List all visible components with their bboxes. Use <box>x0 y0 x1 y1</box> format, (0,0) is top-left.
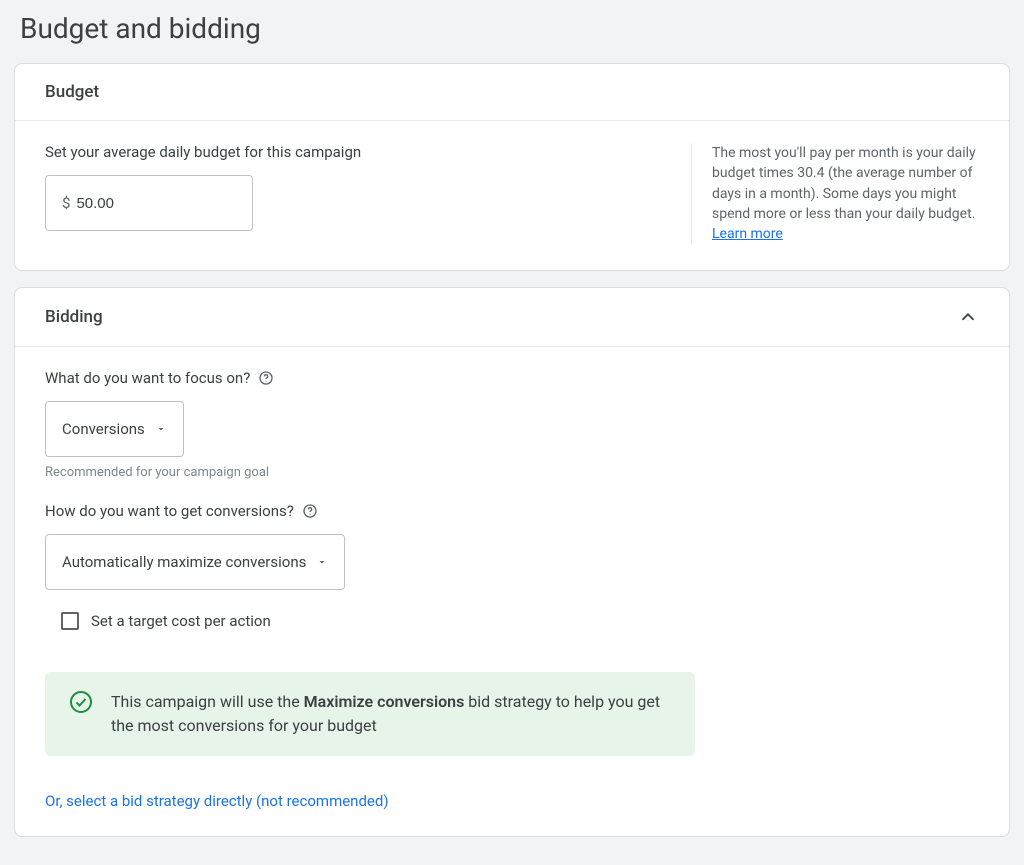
focus-label: What do you want to focus on? <box>45 369 949 387</box>
budget-card-title: Budget <box>45 82 99 102</box>
currency-symbol: $ <box>62 194 70 212</box>
budget-card-header: Budget <box>15 64 1009 121</box>
how-select-value: Automatically maximize conversions <box>62 553 306 571</box>
banner-bold: Maximize conversions <box>304 692 465 711</box>
budget-input[interactable] <box>76 195 236 212</box>
caret-down-icon <box>316 556 328 568</box>
budget-input-wrapper[interactable]: $ <box>45 175 253 231</box>
bidding-card-header[interactable]: Bidding <box>15 288 1009 347</box>
focus-label-text: What do you want to focus on? <box>45 369 250 387</box>
how-select[interactable]: Automatically maximize conversions <box>45 534 345 590</box>
alt-bid-strategy-link[interactable]: Or, select a bid strategy directly (not … <box>45 792 949 810</box>
page-title: Budget and bidding <box>20 12 1010 45</box>
bidding-card-title: Bidding <box>45 307 103 327</box>
bidding-card: Bidding What do you want to focus on? Co… <box>14 287 1010 837</box>
caret-down-icon <box>155 423 167 435</box>
budget-card: Budget Set your average daily budget for… <box>14 63 1010 271</box>
strategy-info-banner: This campaign will use the Maximize conv… <box>45 672 695 756</box>
target-cpa-checkbox-row[interactable]: Set a target cost per action <box>61 612 949 630</box>
target-cpa-label: Set a target cost per action <box>91 612 271 630</box>
learn-more-link[interactable]: Learn more <box>712 226 783 242</box>
check-circle-icon <box>69 690 93 718</box>
target-cpa-checkbox[interactable] <box>61 612 79 630</box>
banner-prefix: This campaign will use the <box>111 692 304 711</box>
budget-help-text: The most you'll pay per month is your da… <box>691 143 979 244</box>
focus-helper-text: Recommended for your campaign goal <box>45 465 949 480</box>
focus-select-value: Conversions <box>62 420 145 438</box>
strategy-info-text: This campaign will use the Maximize conv… <box>111 690 671 738</box>
budget-label: Set your average daily budget for this c… <box>45 143 661 161</box>
how-label-text: How do you want to get conversions? <box>45 502 294 520</box>
help-icon[interactable] <box>302 503 318 519</box>
chevron-up-icon[interactable] <box>957 306 979 328</box>
help-icon[interactable] <box>258 370 274 386</box>
budget-help-text-body: The most you'll pay per month is your da… <box>712 145 976 222</box>
how-label: How do you want to get conversions? <box>45 502 949 520</box>
focus-select[interactable]: Conversions <box>45 401 184 457</box>
